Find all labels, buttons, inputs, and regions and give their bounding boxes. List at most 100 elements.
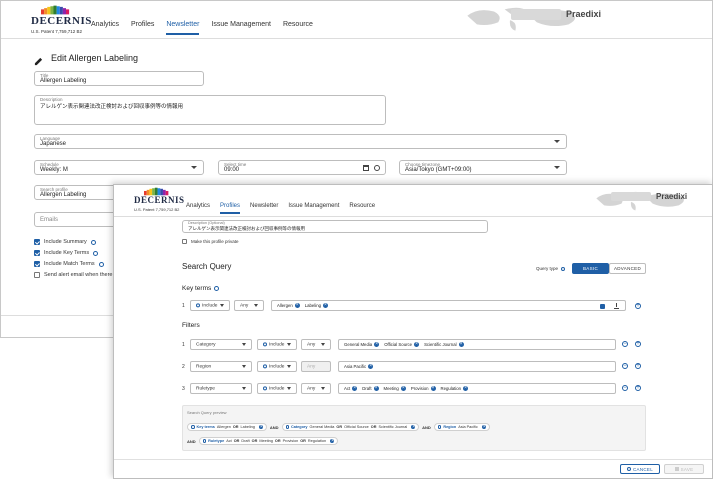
nav-resource[interactable]: Resource bbox=[349, 203, 375, 214]
save-button[interactable]: SAVE bbox=[664, 464, 704, 474]
nav-analytics[interactable]: Analytics bbox=[91, 21, 119, 35]
brand-patent: U.S. Patent 7,759,712 B2 bbox=[134, 207, 180, 212]
include-icon bbox=[263, 385, 267, 390]
query-type-advanced[interactable]: ADVANCED bbox=[609, 263, 646, 274]
include-icon bbox=[196, 302, 200, 307]
remove-filter-icon[interactable] bbox=[622, 362, 628, 370]
remove-filter-icon[interactable] bbox=[622, 340, 628, 348]
chevron-down-icon bbox=[287, 343, 291, 346]
save-icon[interactable] bbox=[600, 304, 605, 309]
chevron-down-icon bbox=[220, 304, 224, 307]
key-terms-input[interactable]: Allergen Labeling bbox=[271, 300, 626, 311]
preview-line-2: AND Ruletype Act OR Draft OR Meeting OR Provisi… bbox=[187, 437, 339, 445]
filters-title: Filters bbox=[182, 322, 200, 329]
brand-patent: U.S. Patent 7,759,712 B2 bbox=[31, 29, 83, 34]
info-icon bbox=[98, 261, 104, 267]
filter-match-select[interactable]: Any bbox=[301, 339, 331, 350]
remove-chip-icon[interactable] bbox=[374, 340, 380, 348]
add-key-term-icon[interactable] bbox=[635, 302, 641, 310]
remove-chip-icon[interactable] bbox=[463, 384, 469, 392]
make-private-checkbox[interactable]: Make this profile private bbox=[182, 239, 239, 244]
nav-analytics[interactable]: Analytics bbox=[186, 203, 210, 214]
chip-allergen: Allergen bbox=[277, 301, 300, 309]
remove-chip-icon[interactable] bbox=[368, 362, 374, 370]
remove-chip-icon[interactable] bbox=[323, 301, 329, 309]
remove-chip-icon[interactable] bbox=[352, 384, 358, 392]
remove-chip-icon[interactable] bbox=[458, 340, 464, 348]
filter-match-select[interactable]: Any bbox=[301, 383, 331, 394]
send-alert-checkbox[interactable]: Send alert email when there are bbox=[34, 272, 122, 278]
add-filter-icon[interactable] bbox=[635, 384, 641, 392]
info-icon bbox=[90, 239, 96, 245]
company-name: Praedixi bbox=[566, 9, 602, 19]
key-term-match-select[interactable]: Any bbox=[234, 300, 264, 311]
schedule-select[interactable]: Schedule Weekly: M bbox=[34, 160, 204, 175]
calendar-icon[interactable] bbox=[363, 165, 369, 171]
brand-name: DECERNIS bbox=[134, 195, 185, 205]
cancel-button[interactable]: CANCEL bbox=[620, 464, 660, 474]
nav-newsletter[interactable]: Newsletter bbox=[166, 21, 200, 35]
chevron-down-icon bbox=[554, 139, 560, 143]
app-header: DECERNIS U.S. Patent 7,759,712 B2 Analyt… bbox=[114, 185, 712, 217]
remove-chip-icon[interactable] bbox=[330, 437, 335, 445]
nav-issue-management[interactable]: Issue Management bbox=[211, 21, 271, 35]
remove-chip-icon[interactable] bbox=[414, 340, 420, 348]
include-match-terms-checkbox[interactable]: Include Match Terms bbox=[34, 261, 104, 267]
description-field[interactable]: Description アレルゲン表示関連法改正検討および回収事例等の情報用 bbox=[34, 95, 386, 125]
nav-resource[interactable]: Resource bbox=[283, 21, 313, 35]
add-filter-icon[interactable] bbox=[635, 362, 641, 370]
remove-chip-icon[interactable] bbox=[411, 423, 416, 431]
remove-chip-icon[interactable] bbox=[481, 423, 487, 431]
filter-field-select[interactable]: Category bbox=[190, 339, 252, 350]
nav-profiles[interactable]: Profiles bbox=[220, 203, 241, 214]
time-picker[interactable]: Select time 09:00 bbox=[218, 160, 386, 175]
filter-include-select[interactable]: Include bbox=[257, 383, 297, 394]
timezone-select[interactable]: Choose timezone Asia/Tokyo (GMT+09:00) bbox=[399, 160, 567, 175]
chevron-down-icon bbox=[287, 365, 291, 368]
filter-values-input[interactable]: General Media Official Source Scientific… bbox=[338, 339, 616, 350]
filter-include-select[interactable]: Include bbox=[257, 339, 297, 350]
remove-chip-icon[interactable] bbox=[294, 301, 300, 309]
chevron-down-icon bbox=[254, 304, 258, 307]
search-profile-select[interactable]: Search profile Allergen Labeling bbox=[34, 185, 119, 200]
filter-values-input[interactable]: Act Draft Meeting Provision Regulation bbox=[338, 383, 616, 394]
main-nav: Analytics Profiles Newsletter Issue Mana… bbox=[186, 203, 375, 214]
include-icon bbox=[191, 425, 195, 429]
include-summary-checkbox[interactable]: Include Summary bbox=[34, 239, 96, 245]
query-type-basic[interactable]: BASIC bbox=[572, 263, 609, 274]
remove-chip-icon[interactable] bbox=[373, 384, 379, 392]
page-title: Edit Allergen Labeling bbox=[51, 53, 139, 63]
download-icon[interactable] bbox=[614, 303, 619, 309]
nav-profiles[interactable]: Profiles bbox=[131, 21, 154, 35]
filter-match-select: Any bbox=[301, 361, 331, 372]
clock-icon[interactable] bbox=[374, 165, 380, 171]
info-icon bbox=[214, 286, 220, 291]
language-select[interactable]: Language Japanese bbox=[34, 134, 567, 149]
search-query-preview: Search Query preview Key terms Allergen OR… bbox=[182, 405, 646, 451]
remove-filter-icon[interactable] bbox=[622, 384, 628, 392]
filter-values-input[interactable]: Asia Pacific bbox=[338, 361, 616, 372]
add-filter-icon[interactable] bbox=[635, 340, 641, 348]
remove-chip-icon[interactable] bbox=[258, 423, 264, 431]
user-avatar bbox=[611, 192, 651, 201]
save-icon bbox=[674, 467, 679, 471]
checkbox-unchecked-icon bbox=[182, 239, 187, 244]
filter-field-select[interactable]: Ruletype bbox=[190, 383, 252, 394]
emails-input[interactable]: Emails bbox=[34, 212, 119, 227]
include-key-terms-checkbox[interactable]: Include Key Terms bbox=[34, 250, 99, 256]
title-field[interactable]: Title Allergen Labeling bbox=[34, 71, 204, 86]
include-icon bbox=[202, 439, 207, 443]
nav-newsletter[interactable]: Newsletter bbox=[250, 203, 278, 214]
filter-field-select[interactable]: Region bbox=[190, 361, 252, 372]
nav-issue-management[interactable]: Issue Management bbox=[288, 203, 339, 214]
key-term-row-number: 1 bbox=[182, 303, 185, 309]
filter-include-select[interactable]: Include bbox=[257, 361, 297, 372]
key-term-include-select[interactable]: Include bbox=[190, 300, 230, 311]
remove-chip-icon[interactable] bbox=[400, 384, 406, 392]
description-field[interactable]: Description (Optional) アレルゲン表示関連法改正検討および… bbox=[182, 220, 488, 233]
checkbox-checked-icon bbox=[34, 239, 40, 245]
brand-name: DECERNIS bbox=[31, 15, 92, 27]
remove-chip-icon[interactable] bbox=[430, 384, 436, 392]
include-icon bbox=[263, 341, 267, 346]
checkbox-unchecked-icon bbox=[34, 272, 40, 278]
